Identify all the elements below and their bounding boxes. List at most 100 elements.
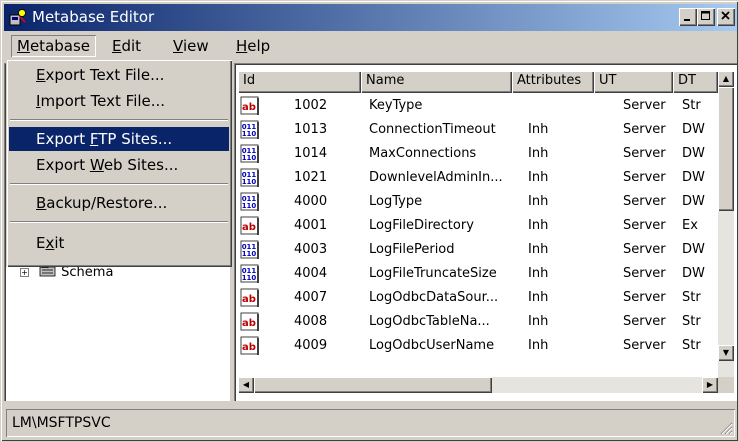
cell-id: 4004 (294, 266, 328, 281)
tree-item-schema[interactable]: + Schema (20, 265, 113, 281)
svg-text:110: 110 (242, 178, 257, 186)
list-row[interactable]: ab 4009 LogOdbcUserName Inh Server Str (238, 335, 718, 357)
menu-item-label: ackup/Restore... (46, 194, 168, 212)
list-row[interactable]: ab 1002 KeyType Server Str (238, 95, 718, 117)
cell-ut: Server (623, 338, 666, 353)
menu-separator (10, 119, 228, 121)
menu-edit[interactable]: Edit (106, 35, 147, 57)
cell-dt: Str (682, 338, 701, 353)
metabase-app-icon (9, 9, 26, 26)
menu-item-backup-restore[interactable]: Backup/Restore... (9, 191, 229, 215)
list-row[interactable]: 011 110 4003 LogFilePeriod Inh Server DW (238, 239, 718, 261)
scroll-left-button[interactable]: ◀ (238, 377, 254, 393)
menu-item-export-ftp[interactable]: Export FTP Sites... (9, 127, 229, 151)
horizontal-scroll-thumb[interactable] (254, 377, 492, 393)
column-header-label: Name (366, 73, 405, 88)
list-row[interactable]: 011 110 1013 ConnectionTimeout Inh Server DW (238, 119, 718, 141)
vertical-scrollbar[interactable]: ▲ ▼ (718, 71, 734, 377)
list-row[interactable]: ab 4007 LogOdbcDataSour... Inh Server Str (238, 287, 718, 309)
column-header-id[interactable]: Id (238, 71, 361, 93)
menu-separator (10, 183, 228, 185)
svg-text:ab: ab (242, 318, 256, 329)
cell-ut: Server (623, 314, 666, 329)
cell-name: KeyType (369, 98, 423, 113)
cell-id: 4001 (294, 218, 328, 233)
menu-item-import-text[interactable]: Import Text File... (9, 89, 229, 113)
cell-dt: Str (682, 314, 701, 329)
menu-item-exit[interactable]: Exit (9, 231, 229, 255)
column-header-name[interactable]: Name (361, 71, 512, 93)
horizontal-scrollbar[interactable]: ◀ ▶ (238, 377, 718, 393)
menu-view[interactable]: View (167, 35, 215, 57)
cell-id: 4003 (294, 242, 328, 257)
cell-id: 4009 (294, 338, 328, 353)
expand-icon[interactable]: + (20, 268, 29, 277)
cell-name: LogFileDirectory (369, 218, 474, 233)
column-header-dt[interactable]: DT (673, 71, 718, 93)
property-list[interactable]: Id Name Attributes UT DT ab 1002 KeyType Se… (234, 63, 737, 401)
cell-ut: Server (623, 170, 666, 185)
cell-attributes: Inh (528, 314, 549, 329)
column-header-label: UT (599, 73, 617, 88)
menu-item-label: Export FTP Sites... (36, 130, 173, 148)
binary-icon: 011110 (240, 120, 259, 139)
cell-id: 4007 (294, 290, 328, 305)
resize-grip-icon[interactable] (719, 421, 733, 435)
cell-ut: Server (623, 290, 666, 305)
cell-name: ConnectionTimeout (369, 122, 496, 137)
list-row[interactable]: 011 110 4004 LogFileTruncateSize Inh Server DW (238, 263, 718, 285)
scroll-right-button[interactable]: ▶ (702, 377, 718, 393)
svg-text:110: 110 (242, 130, 257, 138)
cell-name: LogType (369, 194, 423, 209)
list-row[interactable]: 011 110 1021 DownlevelAdminIn... Inh Server DW (238, 167, 718, 189)
cell-name: DownlevelAdminIn... (369, 170, 503, 185)
cell-id: 1014 (294, 146, 328, 161)
menu-item-export-web[interactable]: Export Web Sites... (9, 153, 229, 177)
list-row[interactable]: ab 4008 LogOdbcTableNa... Inh Server Str (238, 311, 718, 333)
minimize-icon (684, 19, 690, 21)
cell-attributes: Inh (528, 122, 549, 137)
svg-text:110: 110 (242, 250, 257, 258)
cell-name: LogOdbcTableNa... (369, 314, 490, 329)
tree-item-label: Schema (61, 265, 114, 280)
list-row[interactable]: 011 110 1014 MaxConnections Inh Server DW (238, 143, 718, 165)
svg-text:110: 110 (242, 154, 257, 162)
cell-id: 4000 (294, 194, 328, 209)
cell-attributes: Inh (528, 338, 549, 353)
cell-id: 1013 (294, 122, 328, 137)
cell-name: LogOdbcDataSour... (369, 290, 499, 305)
cell-attributes: Inh (528, 218, 549, 233)
menu-item-label: mport Text File... (40, 92, 166, 110)
string-icon: ab (240, 216, 259, 235)
maximize-icon (701, 11, 710, 20)
cell-ut: Server (623, 218, 666, 233)
cell-dt: Ex (682, 218, 698, 233)
scroll-up-button[interactable]: ▲ (718, 71, 734, 87)
menu-item-export-text[interactable]: Export Text File... (9, 63, 229, 87)
close-button[interactable] (717, 8, 735, 26)
status-path: LM\MSFTPSVC (6, 409, 735, 437)
metabase-menu-dropdown: Export Text File... Import Text File... … (6, 59, 232, 267)
menu-item-label: Export Web Sites... (36, 156, 179, 174)
scroll-down-button[interactable]: ▼ (718, 345, 734, 361)
cell-dt: DW (682, 266, 705, 281)
menu-metabase[interactable]: Metabase (11, 35, 96, 57)
menu-metabase-label: Metabase (17, 37, 91, 55)
binary-icon: 011110 (240, 168, 259, 187)
menu-edit-label: Edit (112, 37, 142, 55)
vertical-scroll-thumb[interactable] (718, 87, 734, 211)
list-row[interactable]: 011 110 4000 LogType Inh Server DW (238, 191, 718, 213)
list-row[interactable]: ab 4001 LogFileDirectory Inh Server Ex (238, 215, 718, 237)
cell-attributes: Inh (528, 146, 549, 161)
menu-help[interactable]: Help (230, 35, 276, 57)
column-header-ut[interactable]: UT (594, 71, 673, 93)
svg-text:ab: ab (242, 102, 256, 113)
minimize-button[interactable] (679, 8, 697, 26)
cell-dt: DW (682, 242, 705, 257)
binary-icon: 011110 (240, 240, 259, 259)
title-bar[interactable]: Metabase Editor (4, 4, 737, 31)
maximize-button[interactable] (697, 8, 715, 26)
cell-ut: Server (623, 194, 666, 209)
string-icon: ab (240, 336, 259, 355)
column-header-attributes[interactable]: Attributes (512, 71, 594, 93)
